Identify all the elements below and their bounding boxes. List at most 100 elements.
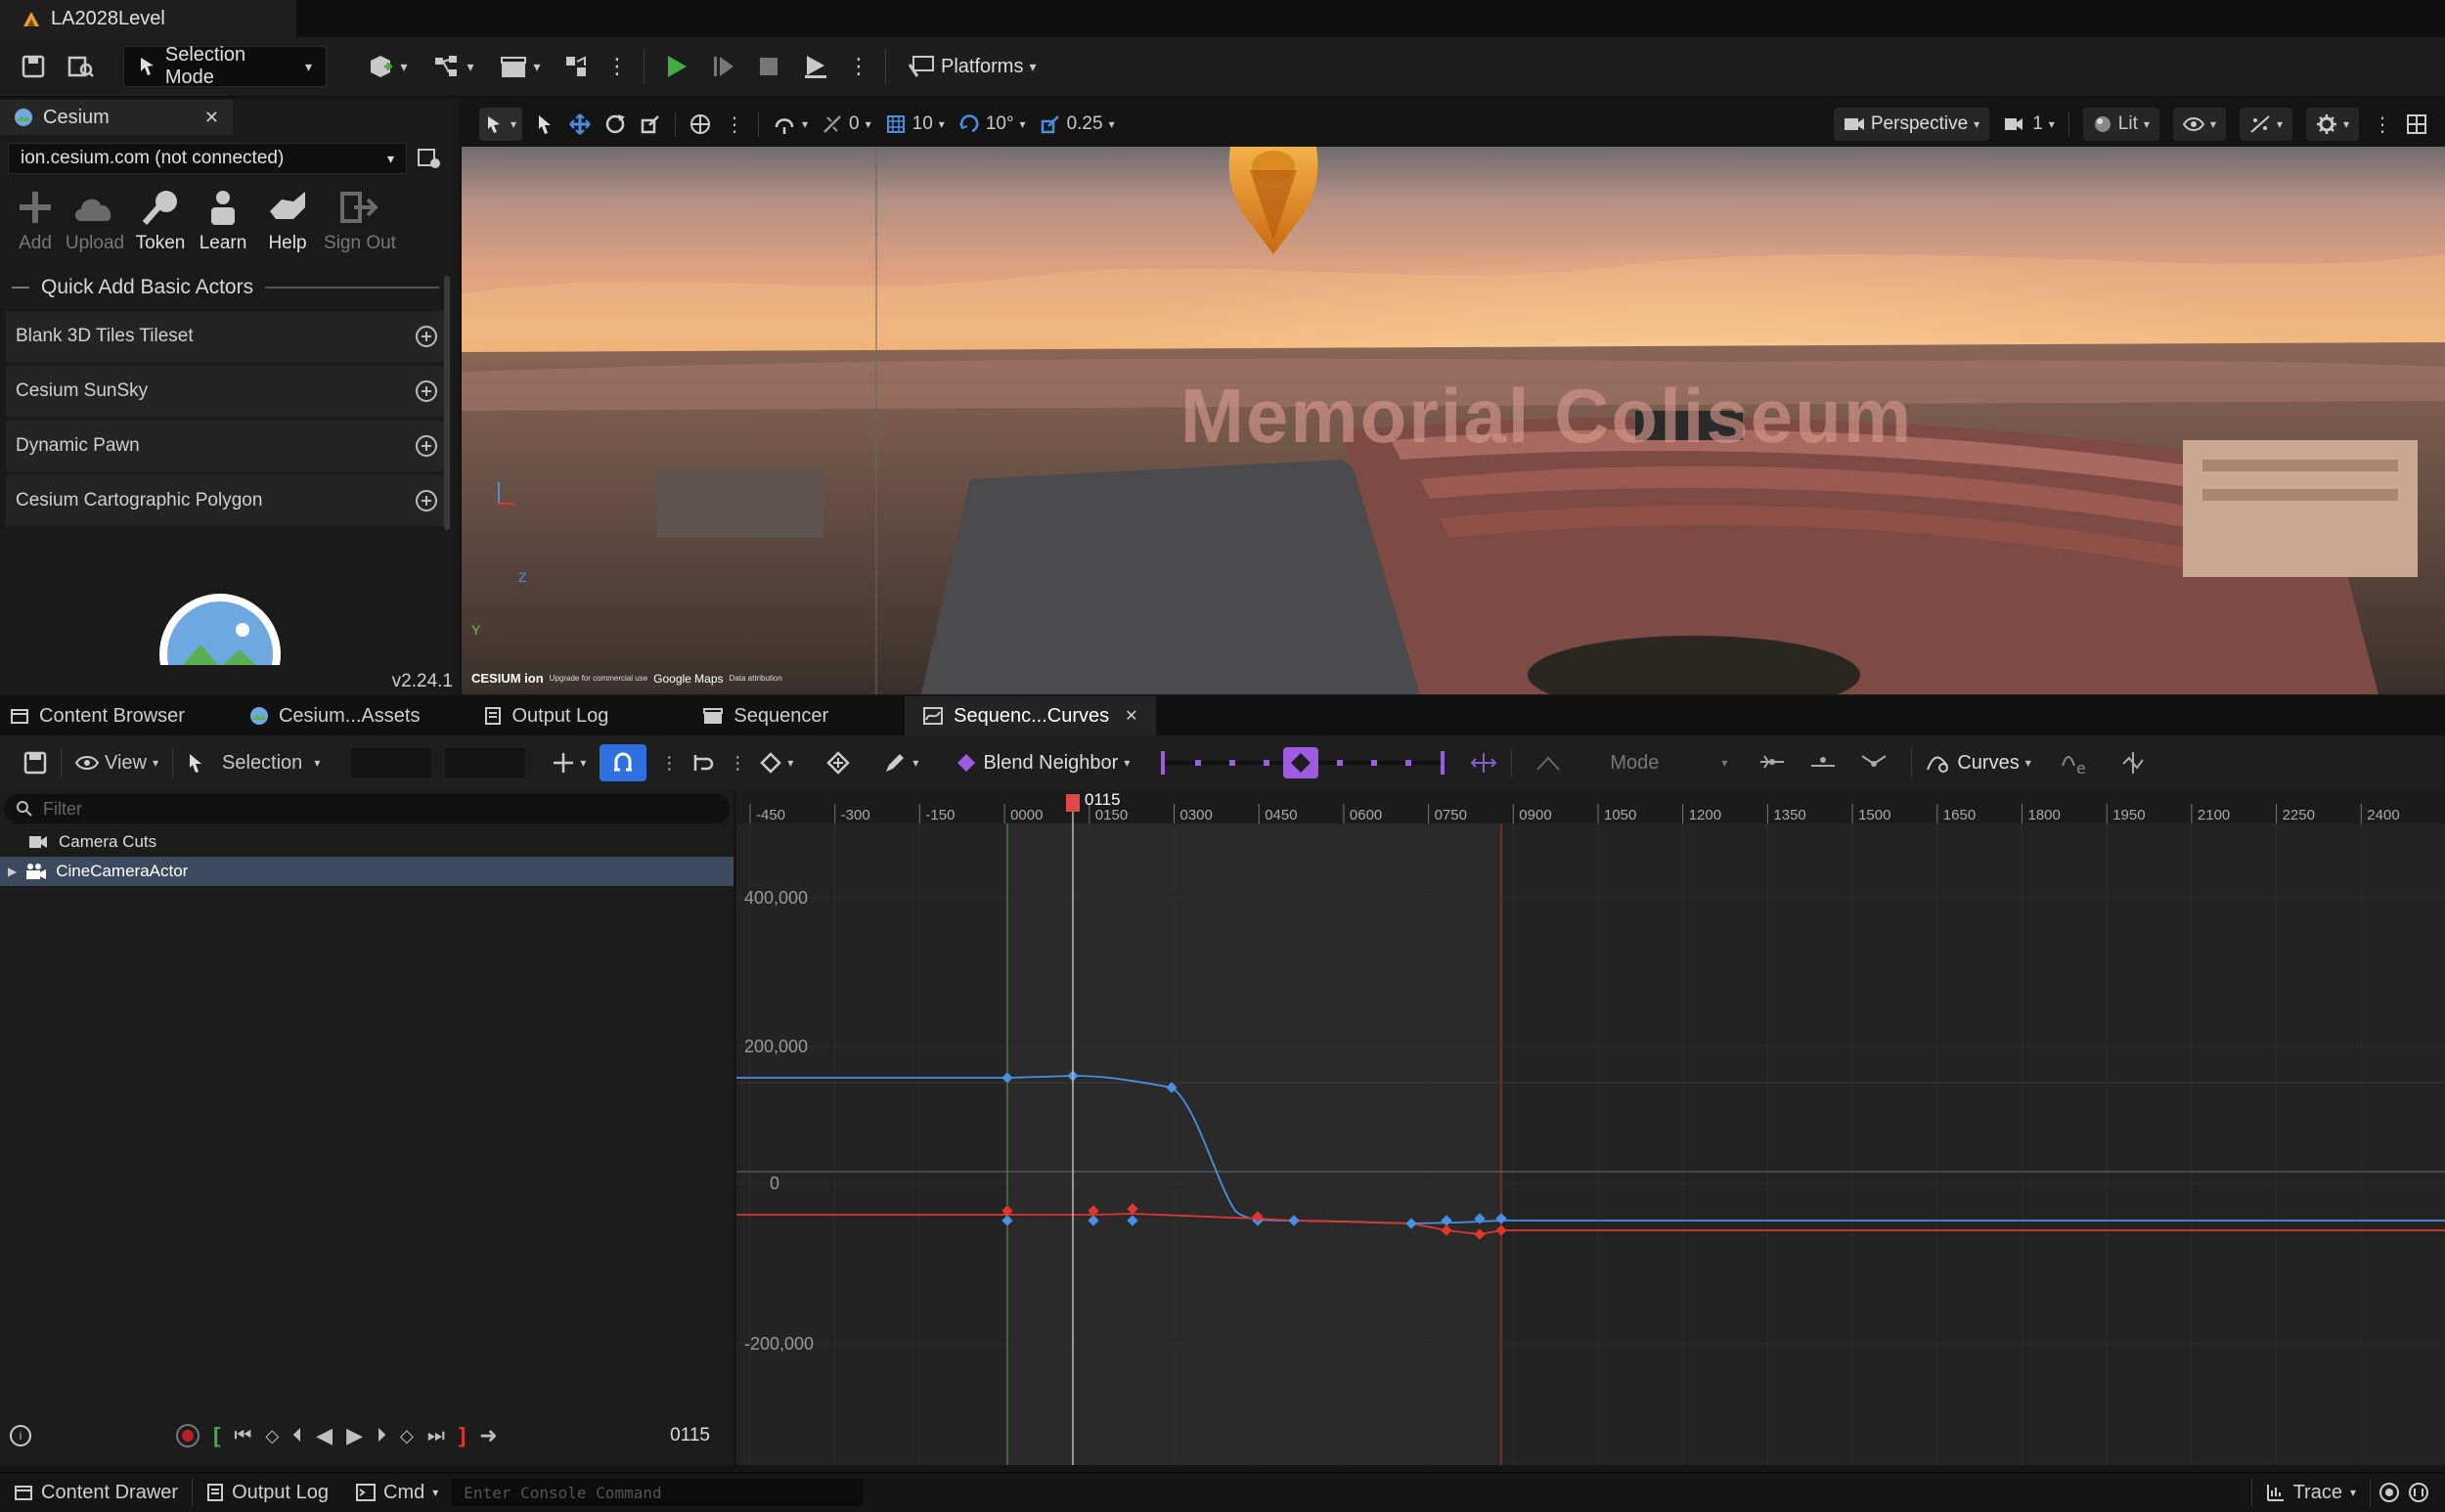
prev-key-icon[interactable]: ◇: [265, 1426, 279, 1446]
rotate-tool-icon[interactable]: [604, 113, 626, 135]
quick-add-item[interactable]: Blank 3D Tiles Tileset: [6, 311, 449, 362]
more-options-icon[interactable]: ⋮: [725, 112, 744, 137]
add-circle-icon[interactable]: [416, 326, 437, 347]
selection-dropdown[interactable]: Selection ▾: [187, 743, 320, 782]
transform-tool-dropdown[interactable]: ▾: [553, 743, 586, 782]
console-input[interactable]: Enter Console Command: [452, 1479, 864, 1506]
save-button[interactable]: [18, 47, 49, 86]
cinematics-button[interactable]: ▾: [495, 47, 546, 86]
mode-dropdown[interactable]: Mode ▾: [1610, 743, 1727, 782]
sign-out-action[interactable]: Sign Out: [321, 188, 399, 254]
tangent-auto-icon[interactable]: [1758, 752, 1786, 774]
filter-box[interactable]: Filter: [4, 794, 730, 823]
curves-dropdown[interactable]: Curves ▾: [1926, 743, 2031, 782]
close-icon[interactable]: ✕: [1125, 706, 1137, 726]
play-button[interactable]: [660, 47, 693, 86]
tab-cesium-assets[interactable]: Cesium...Assets: [232, 696, 437, 735]
translate-snap-button[interactable]: 0 ▾: [822, 108, 871, 141]
track-row-selected[interactable]: ▶ CineCameraActor: [0, 857, 734, 886]
platforms-dropdown[interactable]: Platforms ▾: [902, 47, 1043, 86]
set-start-icon[interactable]: [: [213, 1423, 220, 1448]
blend-slider[interactable]: [1161, 747, 1445, 778]
save-icon[interactable]: [23, 751, 47, 775]
snapping-toggle[interactable]: [600, 744, 647, 781]
playhead-handle[interactable]: [1066, 794, 1080, 812]
browse-button[interactable]: [65, 47, 98, 86]
set-end-icon[interactable]: ]: [459, 1423, 466, 1448]
pencil-tool-dropdown[interactable]: ▾: [883, 743, 918, 782]
performance-dropdown[interactable]: ▾: [2239, 108, 2292, 141]
tab-content-browser[interactable]: Content Browser: [0, 696, 202, 735]
quick-add-item[interactable]: Cesium SunSky: [6, 366, 449, 417]
add-content-button[interactable]: ▾: [362, 47, 413, 86]
viewport-select-mode-button[interactable]: ▾: [479, 108, 522, 141]
perspective-dropdown[interactable]: Perspective ▾: [1833, 108, 1990, 141]
viewport-layout-icon[interactable]: [2406, 113, 2427, 135]
surface-snap-button[interactable]: ▾: [773, 108, 808, 141]
quick-add-item[interactable]: Cesium Cartographic Polygon: [6, 475, 449, 526]
curve-editor[interactable]: -450 -300 -150 0000 0150 0300 0450 0600 0750 0900…: [736, 790, 2445, 1465]
server-settings-icon[interactable]: [417, 146, 442, 171]
close-icon[interactable]: ✕: [204, 108, 219, 128]
add-action[interactable]: Add: [10, 188, 61, 254]
show-flags-dropdown[interactable]: ▾: [2172, 108, 2226, 141]
lit-mode-dropdown[interactable]: Lit ▾: [2082, 108, 2159, 141]
play-reverse-icon[interactable]: ◀: [316, 1423, 333, 1448]
expand-arrow-icon[interactable]: ▶: [8, 865, 17, 878]
scale-tool-icon[interactable]: [640, 113, 661, 135]
tab-sequencer[interactable]: Sequencer: [685, 696, 846, 735]
token-action[interactable]: Token: [129, 188, 192, 254]
flatten-tangents-icon[interactable]: [1535, 752, 1561, 774]
scale-snap-button[interactable]: 0.25 ▾: [1040, 108, 1115, 141]
mode-tools-button[interactable]: [561, 47, 591, 86]
source-control-icon[interactable]: [2408, 1482, 2429, 1503]
curve-filter-icon[interactable]: [2119, 750, 2147, 776]
more-options-icon[interactable]: ⋮: [660, 753, 678, 774]
help-action[interactable]: Help: [254, 188, 321, 254]
learn-action[interactable]: Learn: [192, 188, 254, 254]
step-forward-icon[interactable]: ⏵: [377, 1425, 386, 1447]
trace-dropdown[interactable]: Trace ▾: [2252, 1473, 2370, 1512]
cesium-tab[interactable]: Cesium ✕: [0, 100, 233, 135]
world-space-icon[interactable]: [689, 113, 711, 135]
more-options-icon[interactable]: ⋮: [729, 753, 746, 774]
track-row[interactable]: Camera Cuts: [0, 827, 734, 857]
loop-arrow-icon[interactable]: ➜: [479, 1423, 497, 1448]
stop-button[interactable]: [754, 47, 783, 86]
panel-scrollbar[interactable]: [444, 276, 450, 530]
advance-frame-button[interactable]: [709, 47, 738, 86]
next-key-icon[interactable]: ◇: [400, 1426, 414, 1446]
camera-speed-dropdown[interactable]: 1 ▾: [2003, 108, 2055, 141]
ion-server-dropdown[interactable]: ion.cesium.com (not connected) ▾: [8, 143, 407, 174]
add-circle-icon[interactable]: [416, 435, 437, 457]
content-drawer-button[interactable]: Content Drawer: [0, 1473, 192, 1512]
info-icon[interactable]: i: [10, 1425, 31, 1446]
current-frame-field[interactable]: 0115: [670, 1425, 710, 1446]
key-interp-dropdown[interactable]: ▾: [760, 743, 793, 782]
blend-neighbor-dropdown[interactable]: Blend Neighbor ▾: [956, 743, 1130, 782]
cmd-dropdown[interactable]: Cmd ▾: [342, 1473, 452, 1512]
quick-add-item[interactable]: Dynamic Pawn: [6, 421, 449, 471]
record-button[interactable]: [176, 1424, 200, 1447]
blueprint-button[interactable]: ▾: [428, 47, 479, 86]
curve-graph[interactable]: -450 -300 -150 0000 0150 0300 0450 0600 0750 0900…: [736, 790, 2445, 1465]
play-icon[interactable]: ▶: [346, 1423, 363, 1448]
view-dropdown[interactable]: View ▾: [75, 743, 158, 782]
add-circle-icon[interactable]: [416, 380, 437, 402]
frame-snap-icon[interactable]: [691, 751, 715, 775]
tangent-linear-icon[interactable]: [1809, 752, 1837, 774]
key-value-input[interactable]: [445, 748, 526, 778]
grid-snap-button[interactable]: 10 ▾: [885, 108, 945, 141]
jump-end-icon[interactable]: ⏭: [427, 1425, 445, 1447]
more-options-icon[interactable]: ⋮: [606, 54, 628, 79]
level-tab[interactable]: LA2028Level: [0, 0, 296, 37]
add-key-icon[interactable]: [826, 751, 851, 775]
tab-sequencer-curves[interactable]: Sequenc...Curves ✕: [905, 696, 1156, 735]
viewport-settings-dropdown[interactable]: ▾: [2305, 108, 2359, 141]
derived-data-icon[interactable]: [2378, 1482, 2400, 1503]
tab-output-log[interactable]: Output Log: [467, 696, 626, 735]
more-options-icon[interactable]: ⋮: [2373, 112, 2392, 137]
data-attribution-link[interactable]: Data attribution: [730, 674, 782, 683]
add-circle-icon[interactable]: [416, 490, 437, 511]
selection-mode-dropdown[interactable]: Selection Mode ▾: [123, 44, 327, 88]
